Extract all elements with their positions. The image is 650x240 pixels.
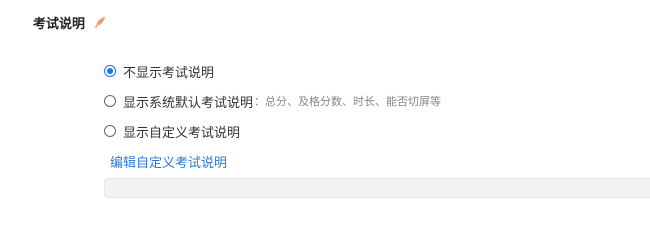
radio-button[interactable] (104, 65, 116, 77)
radio-button[interactable] (104, 125, 116, 137)
option-hint: ：总分、及格分数、时长、能否切屏等 (254, 95, 442, 108)
radio-button[interactable] (104, 95, 116, 107)
section-header: 考试说明 (33, 12, 107, 32)
section-title: 考试说明 (33, 16, 86, 32)
option-label: 显示系统默认考试说明 (123, 95, 254, 111)
radio-group: 不显示考试说明 显示系统默认考试说明 ：总分、及格分数、时长、能否切屏等 显示自… (104, 61, 441, 151)
feather-icon (93, 15, 107, 29)
edit-custom-description-link[interactable]: 编辑自定义考试说明 (110, 152, 227, 171)
option-label: 不显示考试说明 (123, 65, 215, 81)
custom-description-box[interactable] (104, 178, 650, 198)
radio-option-default[interactable]: 显示系统默认考试说明 ：总分、及格分数、时长、能否切屏等 (104, 91, 441, 111)
exam-description-panel: 考试说明 不显示考试说明 显示系统默认考试说明 ：总分、及格分数、时长、能否切屏… (0, 0, 650, 220)
option-label: 显示自定义考试说明 (123, 125, 241, 141)
radio-option-hide[interactable]: 不显示考试说明 (104, 61, 441, 81)
radio-option-custom[interactable]: 显示自定义考试说明 (104, 121, 441, 141)
